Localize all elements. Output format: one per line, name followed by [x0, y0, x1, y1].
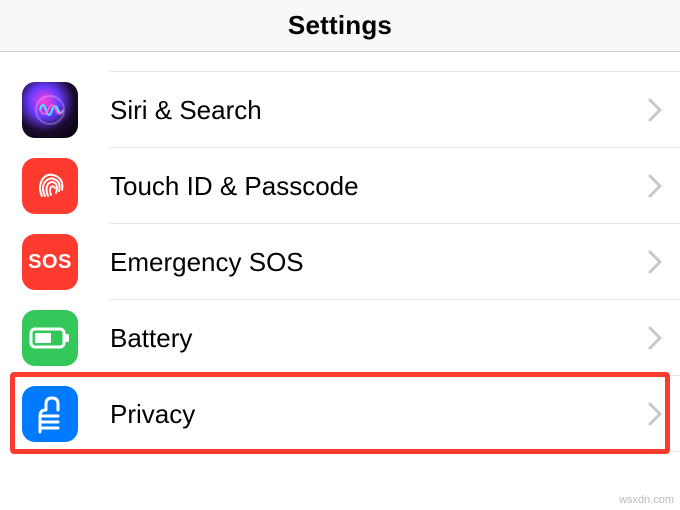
settings-header: Settings — [0, 0, 680, 52]
row-battery[interactable]: Battery — [0, 300, 680, 376]
row-siri-search[interactable]: Siri & Search — [0, 72, 680, 148]
chevron-right-icon — [648, 98, 662, 122]
row-label: Privacy — [110, 399, 648, 430]
battery-icon — [22, 310, 78, 366]
settings-list: Siri & Search Touch ID & Passcode SOS Em… — [0, 52, 680, 452]
list-top-spacer — [110, 52, 680, 72]
row-label: Siri & Search — [110, 95, 648, 126]
chevron-right-icon — [648, 250, 662, 274]
row-label: Battery — [110, 323, 648, 354]
chevron-right-icon — [648, 402, 662, 426]
row-label: Touch ID & Passcode — [110, 171, 648, 202]
chevron-right-icon — [648, 326, 662, 350]
row-touch-id-passcode[interactable]: Touch ID & Passcode — [0, 148, 680, 224]
watermark: wsxdn.com — [619, 494, 674, 506]
row-privacy[interactable]: Privacy — [0, 376, 680, 452]
touch-id-icon — [22, 158, 78, 214]
chevron-right-icon — [648, 174, 662, 198]
privacy-icon — [22, 386, 78, 442]
emergency-sos-icon: SOS — [22, 234, 78, 290]
sos-icon-text: SOS — [28, 251, 72, 274]
page-title: Settings — [288, 10, 392, 41]
row-emergency-sos[interactable]: SOS Emergency SOS — [0, 224, 680, 300]
siri-icon — [22, 82, 78, 138]
row-label: Emergency SOS — [110, 247, 648, 278]
